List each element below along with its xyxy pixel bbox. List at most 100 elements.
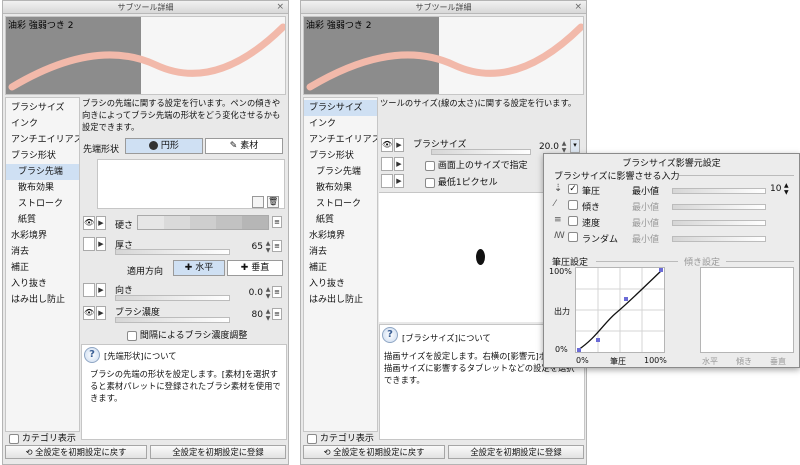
direction-value[interactable]: 0.0 [231,288,263,298]
min-pixel-toggle[interactable]: 最低1ピクセル [425,175,498,188]
tip-material-button[interactable]: ✎ 素材 [205,138,283,154]
category-item[interactable]: インク [304,116,377,132]
direction-slider[interactable] [115,295,230,301]
category-item[interactable]: ストローク [304,196,377,212]
category-item[interactable]: アンチエイリアス [6,132,79,148]
random-checkbox[interactable] [568,232,578,242]
category-item[interactable]: 消去 [304,244,377,260]
close-icon[interactable]: × [276,1,284,14]
eye-icon[interactable]: 👁 [381,138,393,152]
category-item[interactable]: 補正 [6,260,79,276]
category-item-selected[interactable]: ブラシ先端 [6,164,79,180]
expand-arrow-icon[interactable]: ▶ [96,216,106,230]
category-item[interactable]: はみ出し防止 [304,292,377,308]
category-item[interactable]: ブラシ先端 [304,164,377,180]
menu-button[interactable]: ≡ [272,308,282,320]
speed-min-slider[interactable] [672,220,766,226]
tip-round-button[interactable]: 円形 [125,138,203,154]
eye-icon[interactable] [381,174,393,188]
expand-arrow-icon[interactable]: ▶ [96,306,106,320]
influence-source-button[interactable]: ▾ [570,139,580,153]
thickness-slider[interactable] [115,249,230,255]
eye-icon[interactable] [381,157,393,171]
category-item[interactable]: 水彩境界 [6,228,79,244]
direction-spinner[interactable]: ▲ ▼ [264,286,272,300]
thickness-spinner[interactable]: ▲ ▼ [264,240,272,254]
reset-defaults-button[interactable]: ⟲ 全設定を初期設定に戻す [5,445,147,459]
show-category-label: カテゴリ表示 [319,434,374,444]
tilt-min-slider[interactable] [672,204,766,210]
category-item[interactable]: 入り抜き [6,276,79,292]
brush-size-value[interactable]: 20.0 [531,142,559,152]
eye-icon[interactable]: 👁 [83,306,95,320]
expand-arrow-icon[interactable]: ▶ [394,138,404,152]
brush-density-value[interactable]: 80 [231,310,263,320]
category-item[interactable]: 散布効果 [6,180,79,196]
vertical-button[interactable]: ✚ 垂直 [227,260,283,276]
trash-icon[interactable]: 🗑 [267,196,279,208]
category-item[interactable]: ブラシサイズ [6,100,79,116]
show-category-checkbox[interactable] [9,433,19,444]
speed-checkbox[interactable] [568,216,578,226]
tilt-checkbox[interactable] [568,200,578,210]
category-item-selected[interactable]: ブラシサイズ [304,100,377,116]
expand-arrow-icon[interactable]: ▶ [96,237,106,251]
eye-icon[interactable] [83,237,95,251]
category-item[interactable]: アンチエイリアス [304,132,377,148]
category-item[interactable]: インク [6,116,79,132]
expand-arrow-icon[interactable]: ▶ [96,283,106,297]
pressure-checkbox[interactable]: ✓ [568,184,578,194]
category-item[interactable]: ブラシ形状 [6,148,79,164]
category-item[interactable]: ブラシ形状 [304,148,377,164]
hardness-selector[interactable] [137,215,269,230]
horizontal-button[interactable]: ✚ 水平 [173,260,225,276]
tilt-curve-graph [700,267,794,353]
eye-icon[interactable] [83,283,95,297]
register-defaults-label: 全設定を初期設定に登録 [172,447,264,457]
pressure-curve-graph[interactable] [575,267,665,353]
category-item[interactable]: 散布効果 [304,180,377,196]
show-category-toggle[interactable]: カテゴリ表示 [307,431,374,444]
expand-arrow-icon[interactable]: ▶ [394,157,404,171]
brush-size-spinner[interactable]: ▲ ▼ [560,140,568,154]
add-material-icon[interactable] [252,196,264,208]
category-item[interactable]: 消去 [6,244,79,260]
menu-button[interactable]: ≡ [272,286,282,298]
expand-arrow-icon[interactable]: ▶ [394,174,404,188]
hardness-label: 硬さ [115,221,134,231]
menu-button[interactable]: ≡ [272,240,282,252]
min-pixel-checkbox[interactable] [425,177,435,188]
show-category-toggle[interactable]: カテゴリ表示 [9,431,76,444]
reset-defaults-button[interactable]: ⟲ 全設定を初期設定に戻す [303,445,445,459]
tilt-x-horizontal: 水平 [702,357,718,366]
pressure-min-spinner[interactable]: ▲ ▼ [784,182,789,196]
category-item[interactable]: 水彩境界 [304,228,377,244]
register-defaults-button[interactable]: 全設定を初期設定に登録 [150,445,286,459]
brush-density-spinner[interactable]: ▲ ▼ [264,308,272,322]
category-item[interactable]: 紙質 [304,212,377,228]
category-item[interactable]: 補正 [304,260,377,276]
random-min-slider[interactable] [672,236,766,242]
category-item[interactable]: 入り抜き [304,276,377,292]
pressure-min-value[interactable]: 10 [770,184,781,194]
register-defaults-button[interactable]: 全設定を初期設定に登録 [448,445,584,459]
category-description: ツールのサイズ(線の太さ)に関する設定を行います。 [380,98,577,108]
show-category-checkbox[interactable] [307,433,317,444]
category-item[interactable]: 紙質 [6,212,79,228]
title-bar[interactable]: サブツール詳細 × [3,1,288,14]
category-item[interactable]: はみ出し防止 [6,292,79,308]
screen-size-checkbox[interactable] [425,160,435,171]
interval-density-checkbox[interactable] [127,330,137,341]
eye-icon[interactable]: 👁 [83,216,95,230]
close-icon[interactable]: × [574,1,582,14]
brush-size-slider[interactable] [431,149,531,155]
category-item[interactable]: ストローク [6,196,79,212]
help-icon: ? [84,347,100,363]
pressure-min-slider[interactable] [672,188,766,194]
screen-size-toggle[interactable]: 画面上のサイズで指定 [425,158,528,171]
thickness-value[interactable]: 65 [231,242,263,252]
title-bar[interactable]: サブツール詳細 × [301,1,586,14]
interval-density-toggle[interactable]: 間隔によるブラシ濃度調整 [127,328,247,341]
brush-density-slider[interactable] [115,317,230,323]
menu-button[interactable]: ≡ [272,216,282,228]
